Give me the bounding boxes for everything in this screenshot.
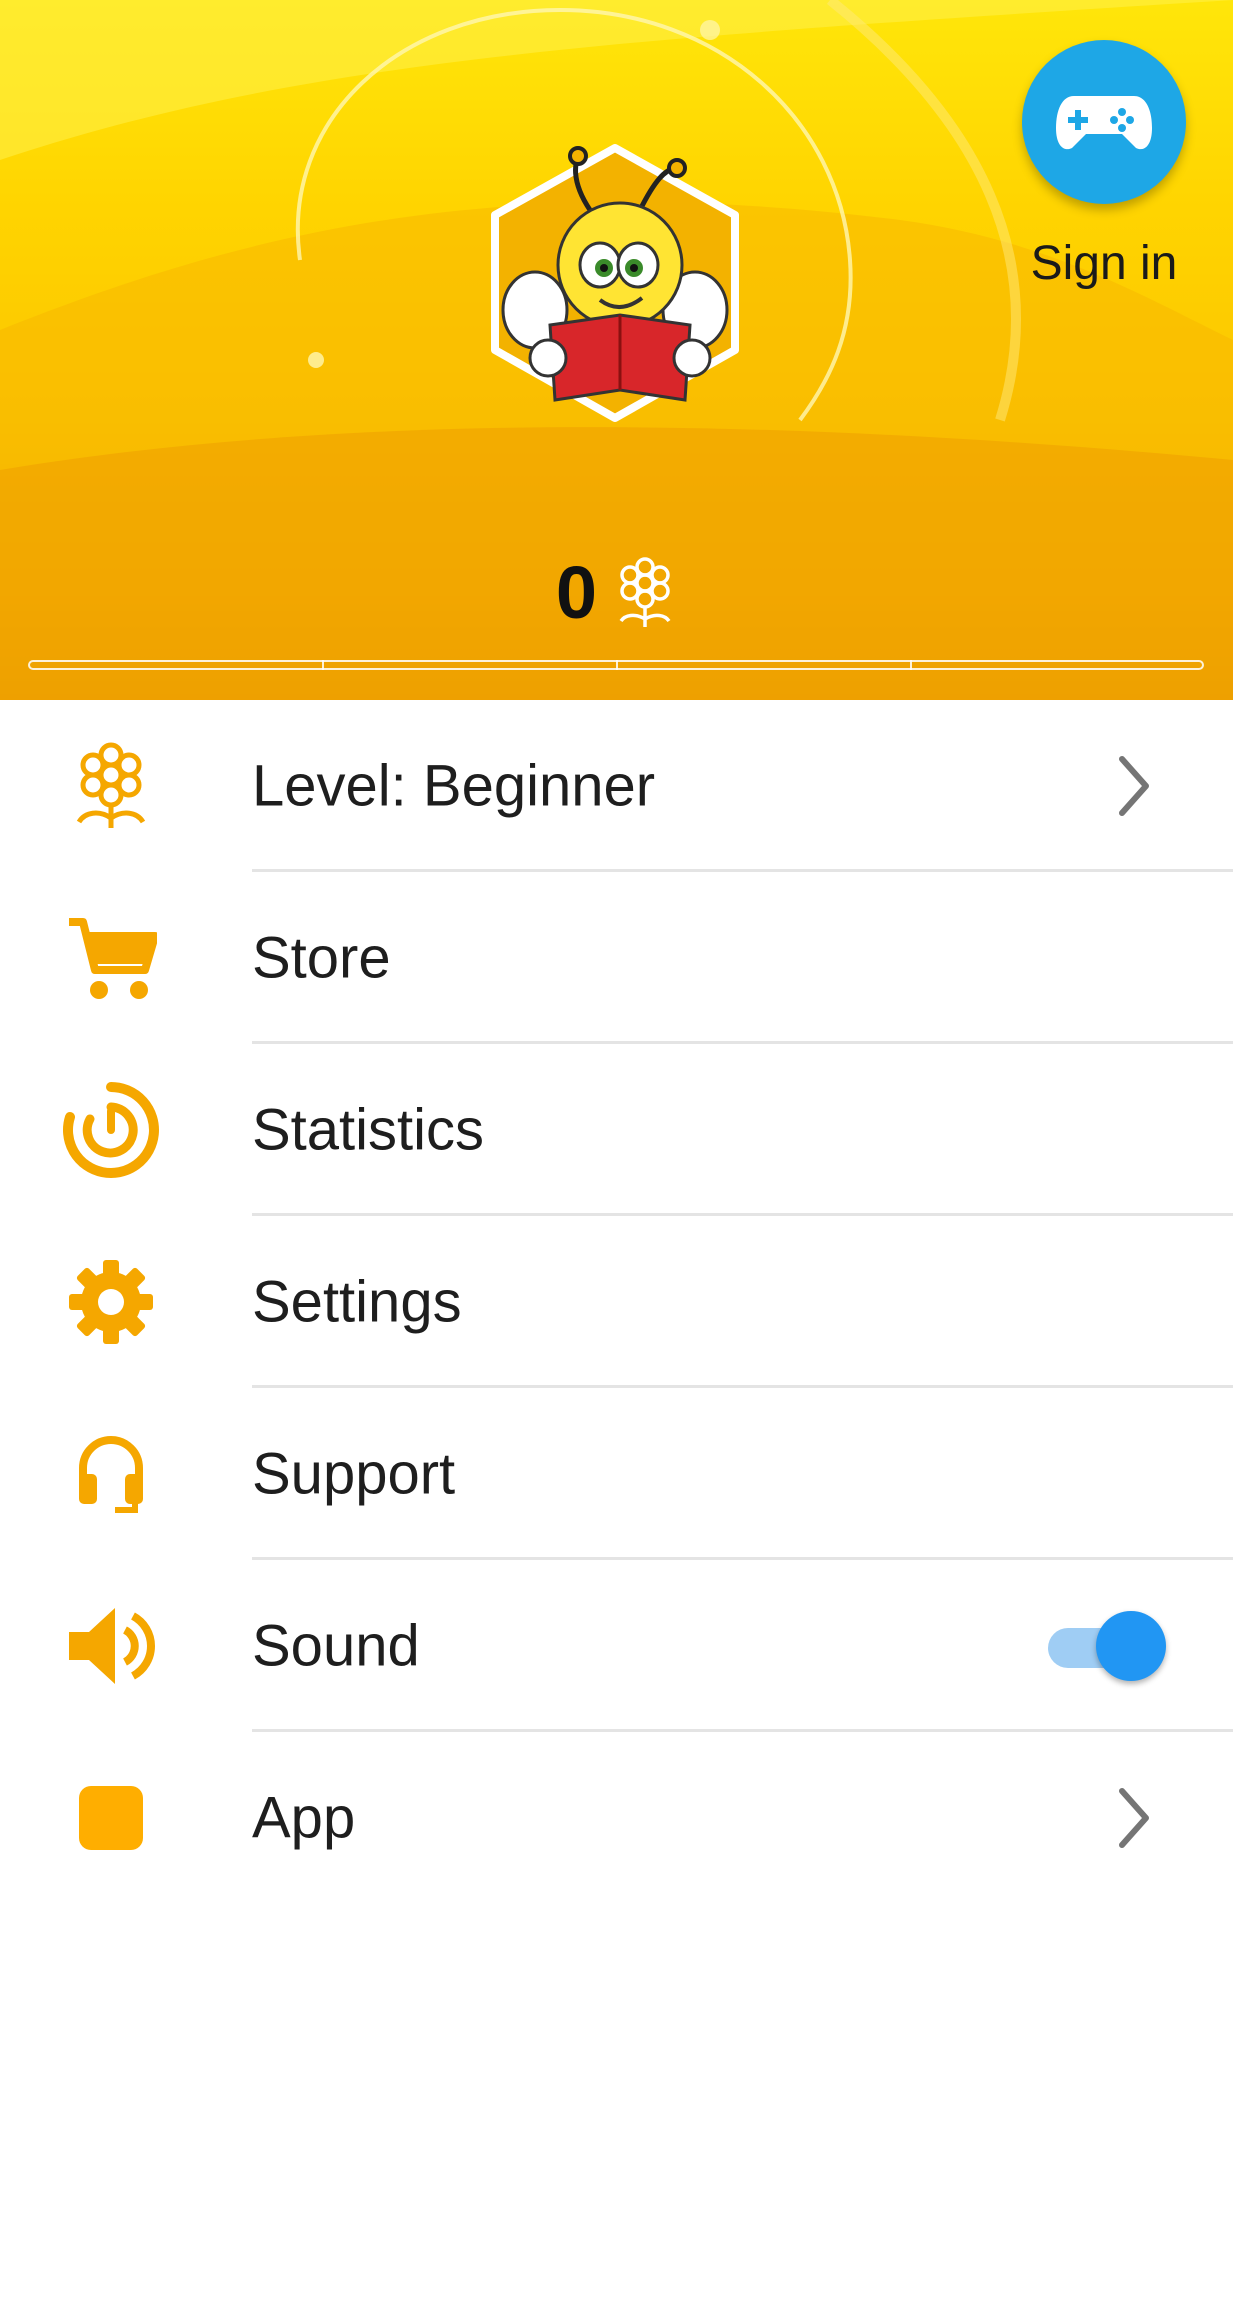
menu-item-statistics[interactable]: Statistics	[0, 1044, 1233, 1216]
progress-segment-divider	[616, 660, 618, 670]
menu-item-settings[interactable]: Settings	[0, 1216, 1233, 1388]
menu-item-label: Store	[252, 925, 391, 991]
sound-toggle[interactable]	[1048, 1611, 1166, 1681]
statistics-icon	[56, 1075, 166, 1185]
headset-icon	[56, 1419, 166, 1529]
chevron-right-icon	[1119, 756, 1149, 816]
menu-item-support[interactable]: Support	[0, 1388, 1233, 1560]
speaker-icon	[56, 1591, 166, 1701]
gamepad-icon	[1056, 96, 1152, 150]
app-square-icon	[56, 1763, 166, 1873]
bee-reading-mascot	[491, 144, 739, 422]
sign-in-label[interactable]: Sign in	[1000, 236, 1208, 291]
menu-item-store[interactable]: Store	[0, 872, 1233, 1044]
chevron-right-icon	[1119, 1788, 1149, 1848]
menu-item-label: Sound	[252, 1613, 420, 1679]
menu-item-label: Support	[252, 1441, 456, 1507]
profile-header: Sign in 0	[0, 0, 1233, 700]
flower-icon	[56, 731, 166, 841]
flower-icon	[619, 556, 671, 627]
progress-segment-divider	[322, 660, 324, 670]
menu-item-label: App	[252, 1785, 356, 1851]
menu-item-label: Settings	[252, 1269, 462, 1335]
menu-item-level[interactable]: Level: Beginner	[0, 700, 1233, 872]
menu-item-sound[interactable]: Sound	[0, 1560, 1233, 1732]
score-value: 0	[555, 551, 598, 634]
gear-icon	[56, 1247, 166, 1357]
menu-item-label: Statistics	[252, 1097, 485, 1163]
sign-in-button[interactable]	[1022, 40, 1186, 204]
cart-icon	[56, 903, 166, 1013]
progress-segment-divider	[910, 660, 912, 670]
menu-item-app[interactable]: App	[0, 1732, 1233, 1904]
toggle-knob	[1096, 1611, 1166, 1681]
level-progress-bar	[28, 660, 1204, 670]
menu-item-label: Level: Beginner	[252, 753, 656, 819]
score-display: 0	[0, 550, 1233, 635]
main-menu: Level: Beginner Store Statistics Setting…	[0, 700, 1233, 1904]
